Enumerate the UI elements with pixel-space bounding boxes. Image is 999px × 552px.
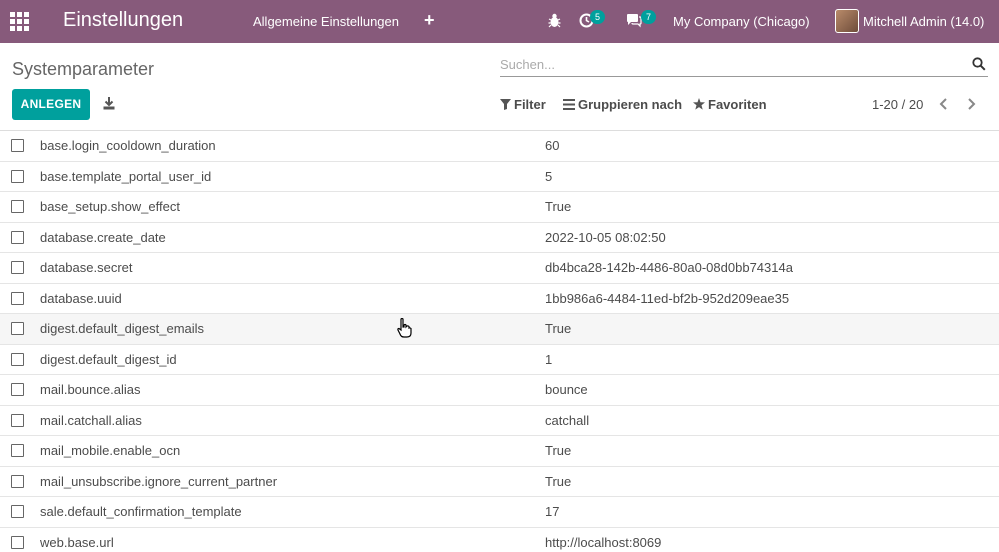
row-checkbox[interactable] — [11, 261, 24, 274]
parameter-key[interactable]: base.template_portal_user_id — [40, 169, 211, 184]
table-row[interactable]: database.create_date 2022-10-05 08:02:50 — [0, 223, 999, 253]
user-menu[interactable]: Mitchell Admin (14.0) — [863, 14, 984, 29]
parameter-value[interactable]: 60 — [545, 138, 559, 153]
row-checkbox[interactable] — [11, 535, 24, 549]
parameter-key[interactable]: database.create_date — [40, 230, 166, 245]
row-checkbox[interactable] — [11, 474, 24, 488]
parameter-key[interactable]: mail.bounce.alias — [40, 382, 140, 397]
debug-bug-icon[interactable] — [548, 13, 561, 31]
parameter-value[interactable]: True — [545, 199, 571, 214]
table-row[interactable]: base_setup.show_effect True — [0, 192, 999, 223]
messages-chat-icon[interactable] — [626, 13, 642, 31]
parameter-value[interactable]: 5 — [545, 169, 552, 184]
parameter-key[interactable]: mail.catchall.alias — [40, 413, 142, 428]
table-row[interactable]: digest.default_digest_emails True — [0, 314, 999, 345]
row-checkbox[interactable] — [11, 322, 24, 335]
parameter-value[interactable]: True — [545, 474, 571, 489]
parameter-key[interactable]: web.base.url — [40, 535, 114, 550]
page-title: Systemparameter — [12, 59, 155, 79]
search-icon[interactable] — [972, 57, 986, 71]
parameter-key[interactable]: sale.default_confirmation_template — [40, 504, 242, 519]
table-row[interactable]: web.base.url http://localhost:8069 — [0, 528, 999, 552]
parameter-value[interactable]: http://localhost:8069 — [545, 535, 661, 550]
row-checkbox[interactable] — [11, 352, 24, 366]
favorites-button[interactable]: Favoriten — [693, 97, 767, 112]
table-row[interactable]: mail.bounce.alias bounce — [0, 375, 999, 406]
table-row[interactable]: database.uuid 1bb986a6-4484-11ed-bf2b-952… — [0, 284, 999, 314]
filter-funnel-icon — [500, 99, 511, 110]
row-checkbox[interactable] — [11, 230, 24, 244]
menu-general-settings[interactable]: Allgemeine Einstellungen — [253, 14, 399, 29]
parameter-value[interactable]: 2022-10-05 08:02:50 — [545, 230, 666, 245]
filter-label: Filter — [514, 97, 546, 112]
table-row[interactable]: digest.default_digest_id 1 — [0, 345, 999, 375]
row-checkbox[interactable] — [11, 505, 24, 518]
user-avatar[interactable] — [835, 9, 859, 33]
table-row[interactable]: base.login_cooldown_duration 60 — [0, 131, 999, 162]
table-row[interactable]: base.template_portal_user_id 5 — [0, 162, 999, 192]
parameter-value[interactable]: 17 — [545, 504, 559, 519]
table-row[interactable]: sale.default_confirmation_template 17 — [0, 497, 999, 528]
add-menu-icon[interactable]: + — [424, 10, 435, 31]
messages-count-badge: 7 — [641, 10, 656, 24]
filter-button[interactable]: Filter — [500, 97, 546, 112]
row-checkbox[interactable] — [11, 169, 24, 183]
table-row[interactable]: mail_mobile.enable_ocn True — [0, 436, 999, 467]
list-bars-icon — [563, 99, 575, 110]
row-checkbox[interactable] — [11, 139, 24, 152]
favorites-label: Favoriten — [708, 97, 767, 112]
parameter-value[interactable]: db4bca28-142b-4486-80a0-08d0bb74314a — [545, 260, 793, 275]
parameter-key[interactable]: mail_mobile.enable_ocn — [40, 443, 180, 458]
row-checkbox[interactable] — [11, 444, 24, 457]
parameter-value[interactable]: True — [545, 321, 571, 336]
parameter-key[interactable]: database.uuid — [40, 291, 122, 306]
parameter-key[interactable]: base_setup.show_effect — [40, 199, 180, 214]
pager-value[interactable]: 1-20 / 20 — [872, 97, 923, 112]
parameter-key[interactable]: digest.default_digest_id — [40, 352, 177, 367]
parameter-key[interactable]: digest.default_digest_emails — [40, 321, 204, 336]
parameters-list: base.login_cooldown_duration 60 base.templ… — [0, 130, 999, 552]
parameter-value[interactable]: 1bb986a6-4484-11ed-bf2b-952d209eae35 — [545, 291, 789, 306]
search-bar — [500, 54, 988, 77]
group-by-label: Gruppieren nach — [578, 97, 683, 112]
download-icon[interactable] — [103, 97, 115, 110]
search-input[interactable] — [500, 54, 960, 74]
app-title[interactable]: Einstellungen — [63, 9, 183, 32]
parameter-key[interactable]: base.login_cooldown_duration — [40, 138, 216, 153]
parameter-key[interactable]: database.secret — [40, 260, 133, 275]
group-by-button[interactable]: Gruppieren nach — [563, 97, 682, 112]
row-checkbox[interactable] — [11, 383, 24, 396]
create-button[interactable]: ANLEGEN — [12, 89, 90, 120]
mouse-pointer-hand-icon — [397, 318, 412, 338]
top-navbar: Einstellungen Allgemeine Einstellungen +… — [0, 0, 999, 43]
apps-menu-icon[interactable] — [10, 12, 30, 31]
table-row[interactable]: database.secret db4bca28-142b-4486-80a0-0… — [0, 253, 999, 284]
activity-count-badge: 5 — [590, 10, 605, 24]
parameter-value[interactable]: catchall — [545, 413, 589, 428]
parameter-value[interactable]: 1 — [545, 352, 552, 367]
table-row[interactable]: mail_unsubscribe.ignore_current_partner T… — [0, 467, 999, 497]
pager-next-icon[interactable] — [963, 96, 979, 112]
company-switcher[interactable]: My Company (Chicago) — [673, 14, 810, 29]
parameter-value[interactable]: bounce — [545, 382, 588, 397]
row-checkbox[interactable] — [11, 413, 24, 427]
row-checkbox[interactable] — [11, 200, 24, 213]
table-row[interactable]: mail.catchall.alias catchall — [0, 406, 999, 436]
pager-previous-icon[interactable] — [936, 96, 952, 112]
row-checkbox[interactable] — [11, 291, 24, 305]
parameter-key[interactable]: mail_unsubscribe.ignore_current_partner — [40, 474, 277, 489]
parameter-value[interactable]: True — [545, 443, 571, 458]
star-icon — [693, 98, 705, 110]
